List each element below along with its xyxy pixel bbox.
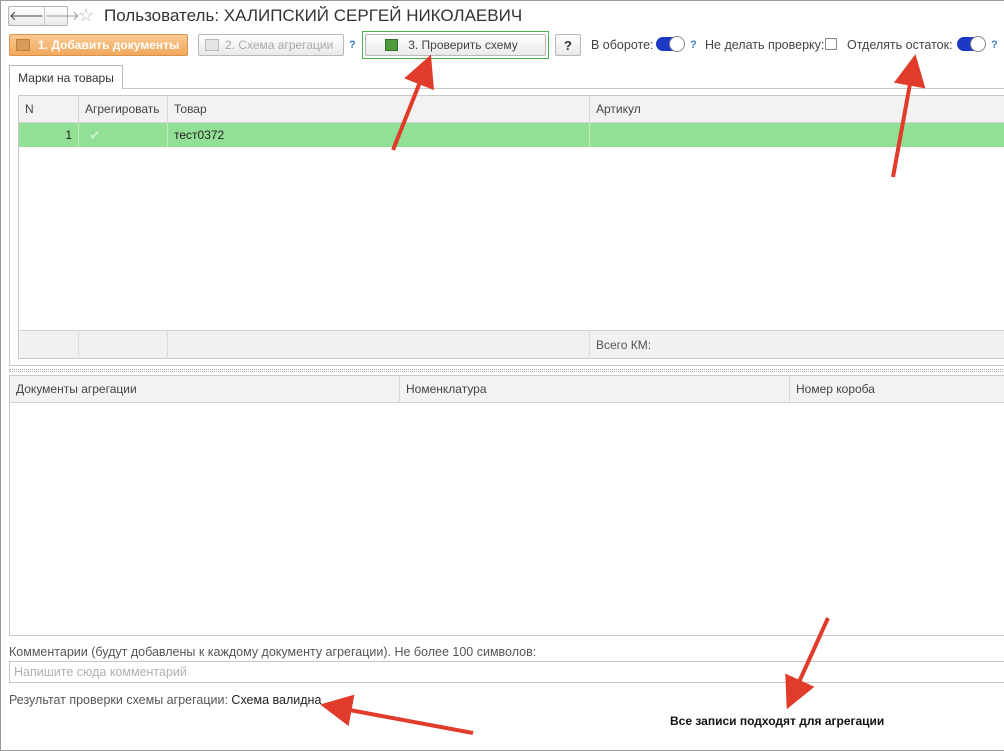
add-documents-label: 1. Добавить документы (38, 38, 180, 52)
separate-rest-label: Отделять остаток: (847, 38, 953, 52)
comments-input[interactable]: Напишите сюда комментарий (9, 661, 1004, 683)
nav-buttons: 🡐 🡒 (8, 6, 80, 26)
scheme-icon (205, 39, 219, 51)
forward-button[interactable]: 🡒 (43, 7, 80, 25)
check-scheme-button[interactable]: 3. Проверить схему (365, 34, 546, 56)
table-row[interactable]: 1 ✔ тест0372 (19, 123, 1004, 147)
splitter[interactable] (9, 369, 1004, 372)
help-button[interactable]: ? (555, 34, 581, 56)
marks-table-header: N Агрегировать Товар Артикул (19, 96, 1004, 123)
aggregation-scheme-label: 2. Схема агрегации (225, 38, 334, 52)
total-km-label: Всего КМ: (596, 338, 652, 352)
marks-table: N Агрегировать Товар Артикул 1 ✔ тест037… (18, 95, 1004, 359)
marks-table-footer: Всего КМ: (19, 330, 1004, 359)
add-documents-button[interactable]: 1. Добавить документы (9, 34, 188, 56)
check-result-value: Схема валидна (231, 693, 322, 707)
tab-marks[interactable]: Марки на товары (9, 65, 123, 89)
column-header-aggregation-docs[interactable]: Документы агрегации (10, 376, 400, 403)
no-check-checkbox[interactable] (825, 38, 837, 50)
column-header-nomenclature[interactable]: Номенклатура (400, 376, 790, 403)
no-check-label: Не делать проверку: (705, 38, 825, 52)
column-header-box-number[interactable]: Номер короба (790, 376, 1004, 403)
back-button[interactable]: 🡐 (9, 7, 44, 25)
column-header-n[interactable]: N (19, 96, 79, 123)
separate-rest-toggle[interactable] (957, 36, 986, 52)
separate-rest-help-link[interactable]: ? (991, 39, 998, 51)
check-scheme-label: 3. Проверить схему (408, 38, 518, 52)
footer-cell (79, 331, 168, 359)
footer-cell (19, 331, 79, 359)
all-records-note: Все записи подходят для агрегации (670, 714, 885, 728)
documents-icon (16, 39, 30, 51)
column-header-product[interactable]: Товар (168, 96, 590, 123)
aggregate-check-icon[interactable]: ✔ (79, 123, 168, 147)
comments-hint: Комментарии (будут добавлены к каждому д… (9, 645, 537, 659)
aggregation-scheme-button[interactable]: 2. Схема агрегации (198, 34, 344, 56)
docs-table-header: Документы агрегации Номенклатура Номер к… (10, 376, 1004, 403)
favorite-star-icon[interactable]: ☆ (78, 5, 94, 26)
check-result: Результат проверки схемы агрегации: Схем… (9, 693, 321, 707)
cell-n: 1 (19, 123, 79, 147)
check-result-label: Результат проверки схемы агрегации: (9, 693, 228, 707)
cell-product: тест0372 (168, 123, 590, 147)
cell-article (590, 123, 1004, 147)
column-header-aggregate[interactable]: Агрегировать (79, 96, 168, 123)
in-circulation-label: В обороте: (591, 38, 654, 52)
column-header-article[interactable]: Артикул (590, 96, 1004, 123)
scheme-help-link[interactable]: ? (349, 39, 356, 51)
page-title: Пользователь: ХАЛИПСКИЙ СЕРГЕЙ НИКОЛАЕВИ… (104, 6, 523, 25)
in-circulation-toggle[interactable] (656, 36, 685, 52)
in-circulation-help-link[interactable]: ? (690, 39, 697, 51)
footer-cell (168, 331, 590, 359)
check-icon (385, 39, 399, 51)
aggregation-docs-table: Документы агрегации Номенклатура Номер к… (9, 375, 1004, 636)
